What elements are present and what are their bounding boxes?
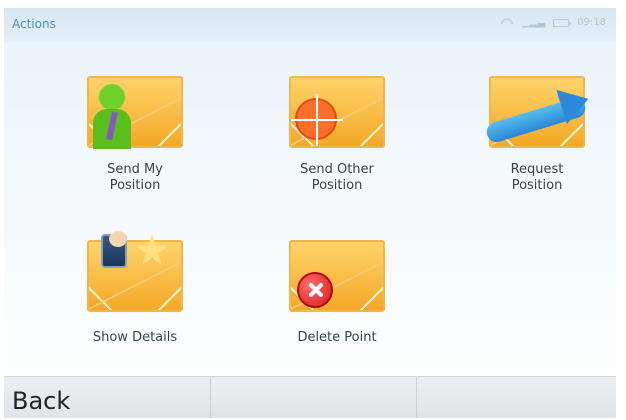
back-label: Back — [12, 387, 71, 415]
status-time: 09:18 — [577, 17, 606, 28]
crosshair-icon — [291, 94, 343, 146]
signal-icon: ▁▂▃ — [522, 17, 546, 28]
delete-icon — [297, 272, 333, 308]
send-my-position-button[interactable]: Send My Position — [50, 70, 220, 220]
action-label: Show Details — [92, 330, 178, 345]
action-label: Request Position — [510, 162, 564, 193]
status-bar: Actions ▁▂▃ 09:18 — [4, 8, 616, 42]
show-details-button[interactable]: Show Details — [50, 231, 220, 384]
action-label: Delete Point — [297, 330, 377, 345]
action-label: Send Other Position — [300, 162, 374, 193]
status-icons: ▁▂▃ 09:18 — [500, 17, 606, 28]
softkey-bar: Back — [4, 376, 616, 418]
middle-softkey[interactable] — [210, 377, 417, 418]
face-icon — [109, 231, 127, 247]
request-position-button[interactable]: Request Position — [452, 70, 616, 220]
battery-icon — [553, 18, 572, 27]
send-other-position-button[interactable]: Send Other Position — [252, 70, 422, 220]
action-label: Send My Position — [107, 162, 163, 193]
person-icon — [99, 84, 125, 110]
wifi-icon — [500, 18, 514, 28]
back-softkey[interactable]: Back — [4, 377, 211, 418]
right-softkey[interactable] — [416, 377, 616, 418]
status-title: Actions — [12, 17, 56, 31]
actions-screen: Actions ▁▂▃ 09:18 Send My Position Send O… — [4, 8, 616, 418]
delete-point-button[interactable]: Delete Point — [252, 234, 422, 384]
